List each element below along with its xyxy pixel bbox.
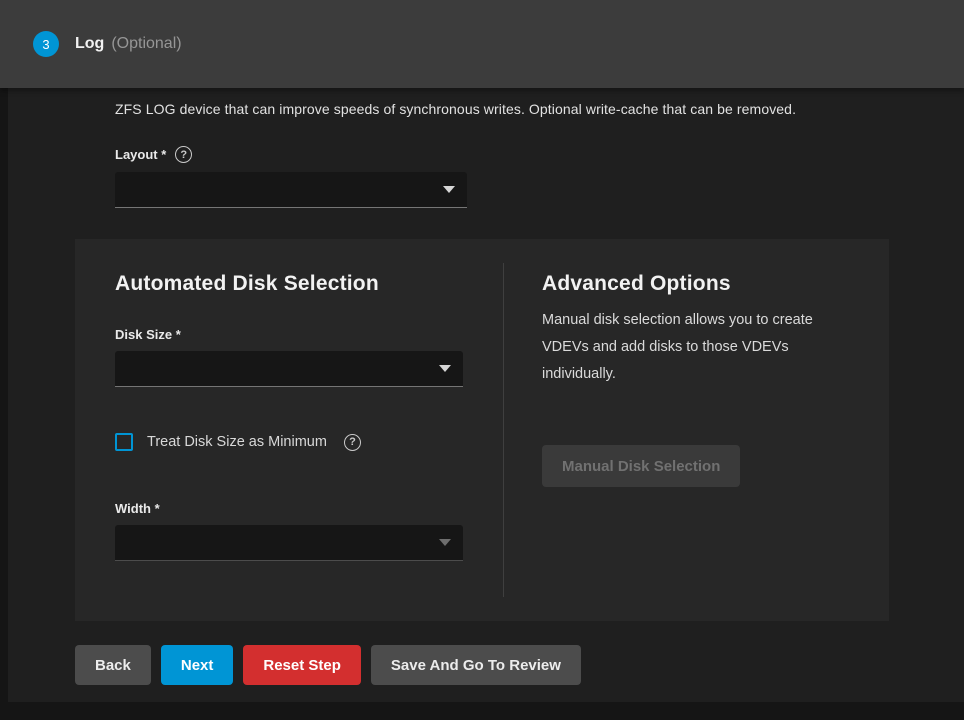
disk-size-label: Disk Size *: [115, 327, 181, 342]
treat-min-row: Treat Disk Size as Minimum ?: [115, 433, 463, 451]
step-number: 3: [42, 37, 49, 52]
step-content: ZFS LOG device that can improve speeds o…: [8, 88, 964, 702]
step-actions: Back Next Reset Step Save And Go To Revi…: [75, 645, 889, 685]
layout-label: Layout *: [115, 147, 166, 162]
advanced-options-title: Advanced Options: [542, 272, 849, 296]
advanced-options-description: Manual disk selection allows you to crea…: [542, 307, 849, 387]
advanced-options-panel: Advanced Options Manual disk selection a…: [504, 239, 889, 621]
help-icon[interactable]: ?: [344, 434, 361, 451]
next-button[interactable]: Next: [161, 645, 234, 685]
disk-size-select[interactable]: [115, 351, 463, 387]
layout-label-row: Layout * ?: [115, 146, 467, 163]
stepper-step-header[interactable]: 3 Log (Optional): [0, 0, 964, 88]
step-title: Log: [75, 35, 104, 53]
layout-select[interactable]: [115, 172, 467, 208]
layout-field: Layout * ?: [115, 146, 467, 208]
help-icon[interactable]: ?: [175, 146, 192, 163]
pool-creation-wizard: 3 Log (Optional) ZFS LOG device that can…: [0, 0, 964, 702]
step-number-badge: 3: [33, 31, 59, 57]
chevron-down-icon: [443, 186, 455, 193]
back-button[interactable]: Back: [75, 645, 151, 685]
step-description: ZFS LOG device that can improve speeds o…: [115, 101, 889, 117]
disk-size-label-row: Disk Size *: [115, 327, 463, 342]
chevron-down-icon: [439, 539, 451, 546]
treat-min-checkbox[interactable]: [115, 433, 133, 451]
width-select[interactable]: [115, 525, 463, 561]
save-and-go-to-review-button[interactable]: Save And Go To Review: [371, 645, 581, 685]
width-label-row: Width *: [115, 501, 463, 516]
step-optional-label: (Optional): [111, 35, 181, 53]
manual-disk-selection-button[interactable]: Manual Disk Selection: [542, 445, 740, 487]
width-label: Width *: [115, 501, 160, 516]
chevron-down-icon: [439, 365, 451, 372]
reset-step-button[interactable]: Reset Step: [243, 645, 361, 685]
automated-disk-selection-title: Automated Disk Selection: [115, 272, 463, 296]
automated-disk-selection-panel: Automated Disk Selection Disk Size * Tre…: [75, 239, 503, 621]
treat-min-label: Treat Disk Size as Minimum: [147, 434, 327, 450]
disk-selection-card: Automated Disk Selection Disk Size * Tre…: [75, 239, 889, 621]
